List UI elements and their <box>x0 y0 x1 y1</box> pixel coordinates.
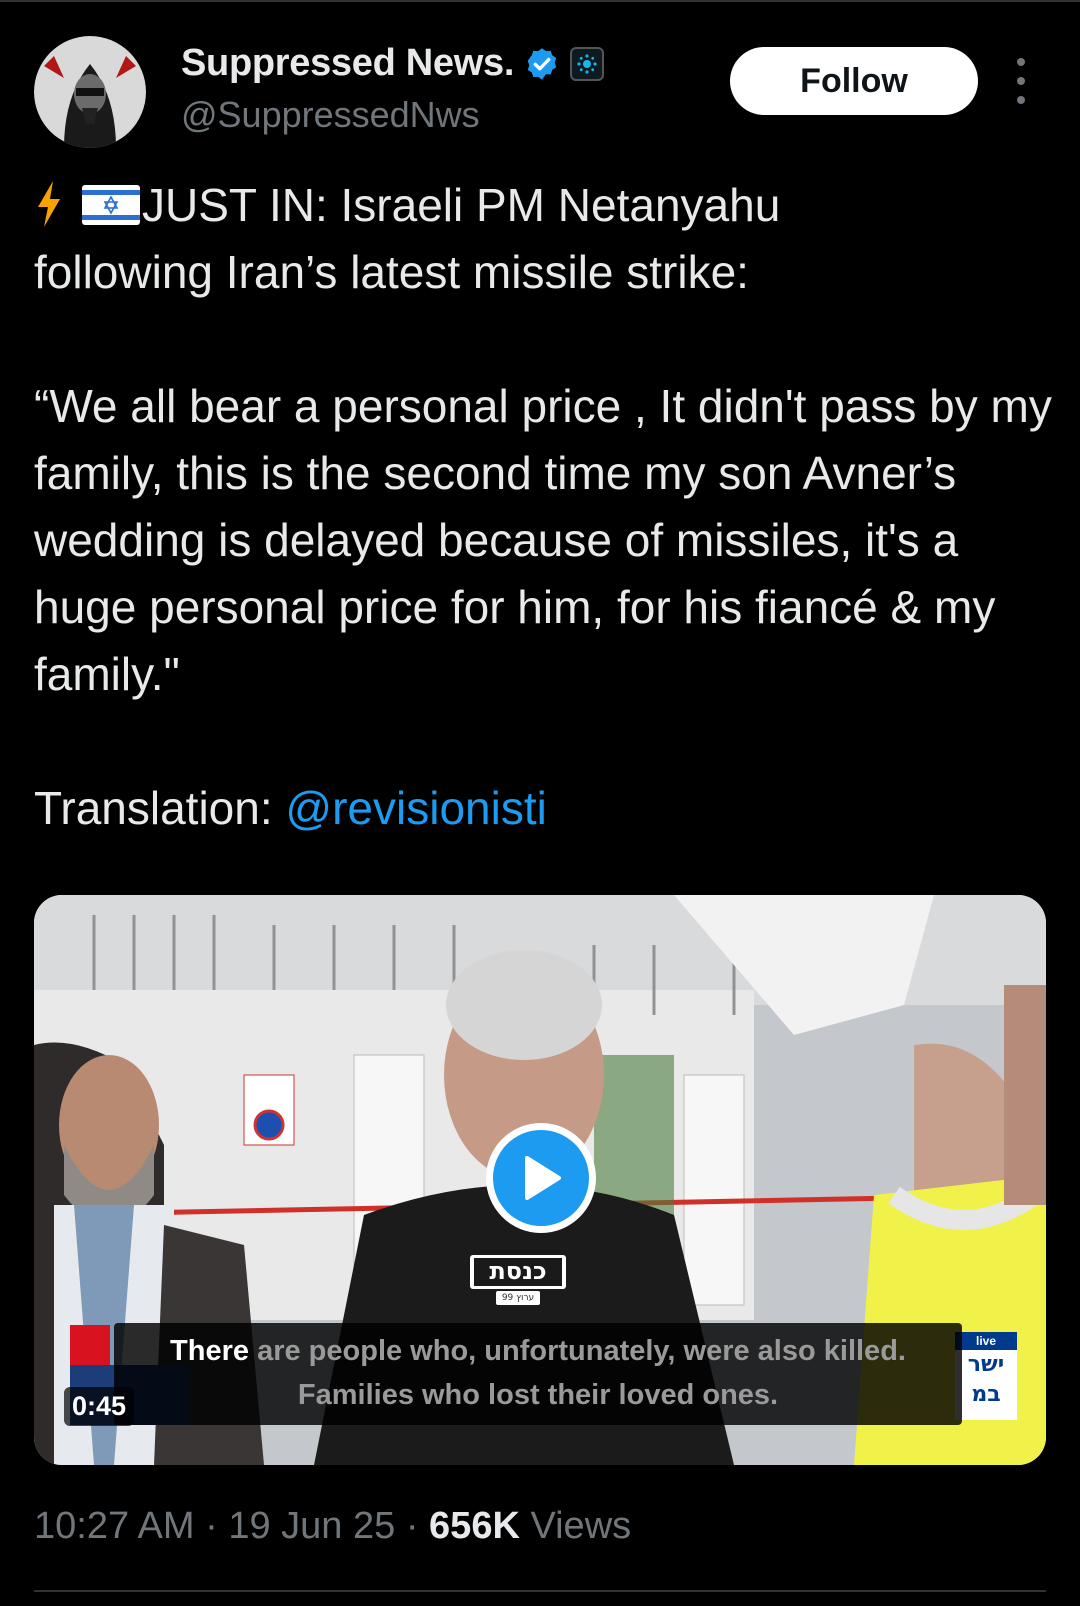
top-divider <box>0 0 1080 2</box>
meta-separator: · <box>194 1505 229 1547</box>
play-icon <box>525 1156 561 1200</box>
israel-flag-icon <box>82 185 140 225</box>
more-options-icon[interactable] <box>1008 58 1034 104</box>
video-duration: 0:45 <box>64 1387 135 1426</box>
tweet-headline: JUST IN: Israeli PM Netanyahu <box>34 172 1054 239</box>
affiliate-badge-icon[interactable] <box>570 46 605 81</box>
bottom-divider <box>34 1590 1046 1592</box>
verified-badge-icon <box>527 47 557 80</box>
tweet-meta: 10:27 AM · 19 Jun 25 · 656K Views <box>34 1505 631 1548</box>
side-channel-logo: live ישר במ <box>955 1332 1017 1420</box>
avatar[interactable] <box>34 36 146 148</box>
meta-separator: · <box>395 1505 430 1547</box>
translation-mention-link[interactable]: @revisionisti <box>285 782 546 834</box>
translation-label: Translation: <box>34 782 286 834</box>
translation-line: Translation: @revisionisti <box>34 775 1054 842</box>
subtitle-line-2: Families who lost their loved ones. <box>297 1379 779 1411</box>
tweet-line-1: JUST IN: Israeli PM Netanyahu <box>142 179 781 231</box>
author-name[interactable]: Suppressed News. <box>181 42 514 85</box>
channel-logo-text: כנסת <box>489 1257 547 1285</box>
follow-button[interactable]: Follow <box>730 47 978 115</box>
side-logo-live: live <box>955 1332 1017 1350</box>
channel-sub-text: ערוץ 99 <box>501 1293 535 1303</box>
tweet-date[interactable]: 19 Jun 25 <box>228 1505 395 1547</box>
masked-figure-avatar-icon <box>34 36 146 148</box>
channel-logo: כנסת ערוץ 99 <box>466 1245 570 1307</box>
subtitle-rest: are people who, unfortunately, were also… <box>249 1335 906 1367</box>
tweet-line-2: following Iran’s latest missile strike: <box>34 246 749 298</box>
tweet-quote: “We all bear a personal price , It didn'… <box>34 380 1052 700</box>
tweet-time[interactable]: 10:27 AM <box>34 1505 195 1547</box>
subtitle-highlight: There <box>170 1335 250 1367</box>
views-count[interactable]: 656K <box>429 1505 520 1547</box>
video-player[interactable]: כנסת ערוץ 99 live ישר במ There are peopl… <box>34 895 1046 1465</box>
views-label: Views <box>530 1505 632 1547</box>
lightning-icon <box>38 181 60 227</box>
side-logo-text: ישר במ <box>967 1352 1005 1407</box>
video-subtitle: There are people who, unfortunately, wer… <box>114 1323 962 1425</box>
author-handle[interactable]: @SuppressedNws <box>181 94 480 136</box>
subtitle-line-1: There are people who, unfortunately, wer… <box>114 1329 962 1373</box>
tweet-text: JUST IN: Israeli PM Netanyahu following … <box>34 172 1054 842</box>
author-row: Suppressed News. <box>181 42 605 85</box>
play-button[interactable] <box>486 1123 596 1233</box>
